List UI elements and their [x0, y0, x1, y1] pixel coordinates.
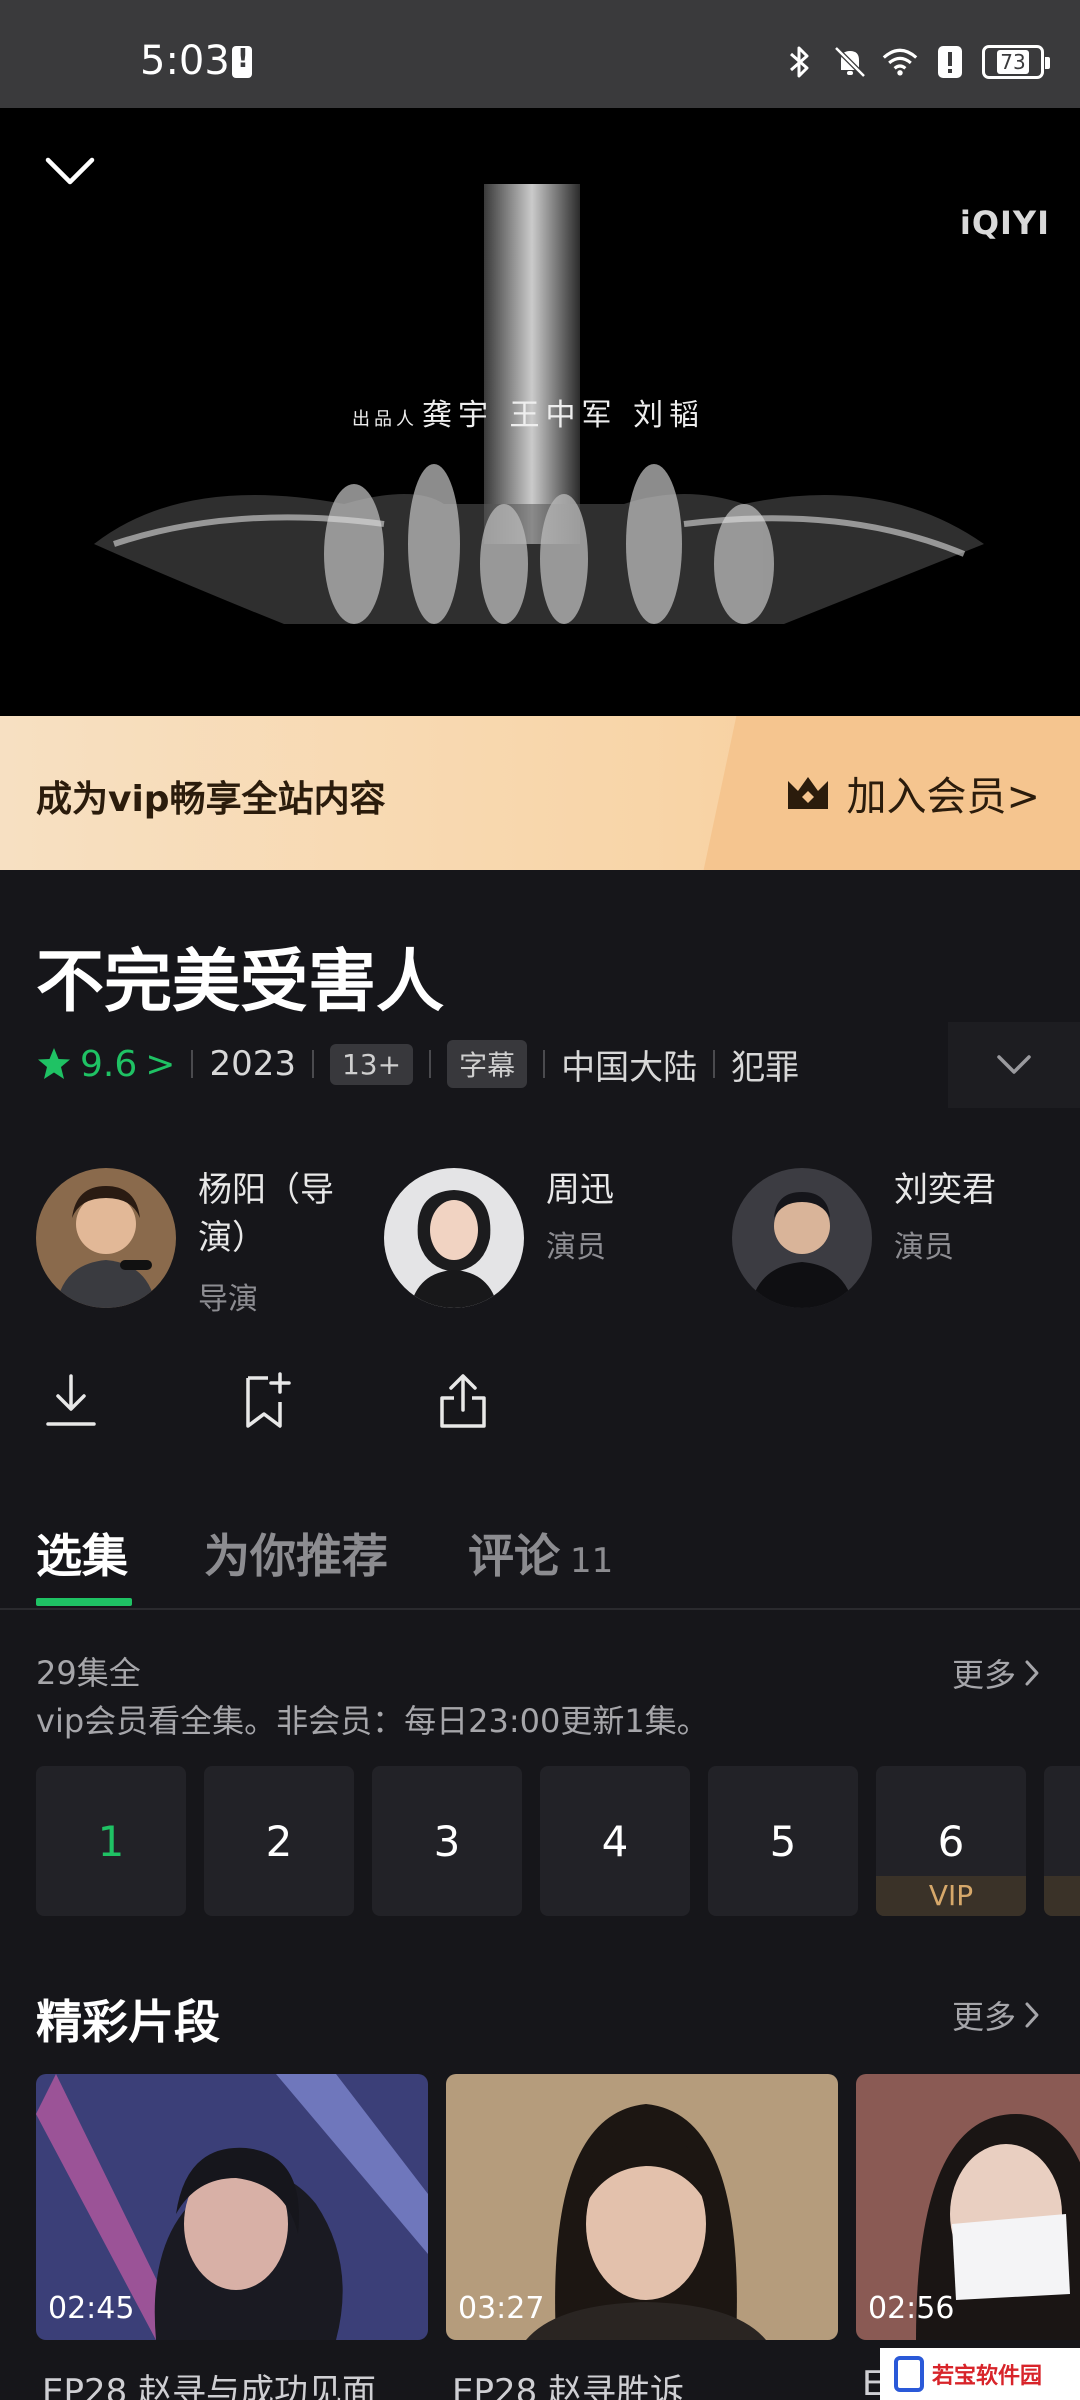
comment-count: 11	[570, 1541, 614, 1581]
vip-badge: VIP	[1044, 1876, 1080, 1916]
star-icon	[38, 1048, 70, 1079]
clip-title: EP28 赵寻与成功见面	[42, 2372, 377, 2400]
clip-card[interactable]: 03:27	[446, 2074, 838, 2340]
download-icon[interactable]	[44, 1370, 98, 1432]
episode-list: 1 2 3 4 5 6VIP 7VIP	[36, 1766, 1080, 1916]
tab-comments[interactable]: 评论 11	[468, 1520, 613, 1586]
cast-list: 杨阳（导演） 导演 周迅 演员 刘奕君 演员	[36, 1164, 1080, 1317]
watermark-text: 若宝软件园	[932, 2364, 1043, 2389]
episodes-more-link[interactable]: 更多	[952, 1650, 1040, 1696]
clip-duration: 02:45	[48, 2291, 135, 2326]
episode-button[interactable]: 3	[372, 1766, 522, 1916]
watermark-mark	[894, 2356, 924, 2392]
show-title: 不完美受害人	[36, 943, 445, 1022]
show-year: 2023	[209, 1044, 296, 1084]
content-tabs: 选集 为你推荐 评论 11	[0, 1506, 1080, 1610]
chevron-right-icon	[1025, 2002, 1039, 2028]
status-time: 5:03	[140, 38, 230, 84]
show-genre: 犯罪	[731, 1047, 800, 1088]
chevron-down-icon	[997, 1055, 1031, 1074]
mute-icon	[832, 44, 868, 80]
iqiyi-logo: iQIYI	[959, 204, 1050, 242]
cast-role: 演员	[546, 1230, 606, 1265]
age-rating-badge: 13+	[329, 1043, 414, 1085]
rating-link[interactable]: 9.6 >	[36, 1044, 175, 1085]
vip-badge: VIP	[876, 1876, 1026, 1916]
crown-icon	[788, 777, 829, 809]
meta-divider	[543, 1050, 546, 1078]
status-icons: 73	[782, 40, 1050, 84]
battery-level: 73	[997, 50, 1029, 74]
clip-card[interactable]: 02:56	[856, 2074, 1080, 2340]
chevron-right-icon	[1025, 1660, 1039, 1686]
clip-duration: 02:56	[868, 2291, 955, 2326]
clip-duration: 03:27	[458, 2291, 545, 2326]
status-bar: 5:03 73	[0, 0, 1080, 108]
avatar	[36, 1168, 176, 1308]
tab-recommended[interactable]: 为你推荐	[204, 1520, 388, 1586]
cast-member[interactable]: 刘奕君 演员	[732, 1164, 1072, 1312]
episode-button[interactable]: 7VIP	[1044, 1766, 1080, 1916]
subtitle-badge: 字幕	[447, 1040, 528, 1088]
active-tab-indicator	[36, 1598, 132, 1606]
episode-button[interactable]: 1	[36, 1766, 186, 1916]
episode-button[interactable]: 2	[204, 1766, 354, 1916]
avatar	[732, 1168, 872, 1308]
action-bar	[44, 1370, 490, 1432]
join-vip-label: 加入会员>	[846, 774, 1040, 820]
video-credits: 出品人 龚宇 王中军 刘韬	[352, 398, 706, 433]
cast-member[interactable]: 周迅 演员	[384, 1164, 724, 1312]
show-meta: 9.6 > 2023 13+ 字幕 中国大陆 犯罪	[36, 1036, 799, 1092]
show-region: 中国大陆	[561, 1047, 698, 1088]
cast-member[interactable]: 杨阳（导演） 导演	[36, 1164, 376, 1317]
rating-value: 9.6	[80, 1043, 138, 1085]
wifi-icon	[882, 44, 918, 80]
meta-divider	[191, 1050, 194, 1078]
vip-banner[interactable]: 成为vip畅享全站内容 加入会员>	[0, 716, 1080, 870]
clip-title: EP28 赵寻胜诉	[452, 2372, 685, 2400]
rating-arrow: >	[145, 1043, 176, 1085]
battery-icon: 73	[982, 45, 1050, 79]
video-player[interactable]: 出品人 龚宇 王中军 刘韬 iQIYI	[0, 108, 1080, 716]
cast-name: 杨阳（导演）	[198, 1170, 334, 1258]
alert-icon	[932, 44, 968, 80]
tab-episodes[interactable]: 选集	[36, 1520, 128, 1586]
share-icon[interactable]	[436, 1370, 490, 1432]
collapse-chevron-icon[interactable]	[44, 154, 96, 188]
avatar	[384, 1168, 524, 1308]
cast-role: 导演	[198, 1282, 258, 1317]
join-vip-button[interactable]: 加入会员>	[784, 764, 1040, 822]
cast-name: 周迅	[546, 1170, 614, 1210]
expand-details-button[interactable]	[948, 1022, 1080, 1108]
alert-icon	[232, 44, 252, 78]
bluetooth-icon	[782, 44, 818, 80]
clip-card[interactable]: 02:45	[36, 2074, 428, 2340]
highlights-more-link[interactable]: 更多	[952, 1992, 1040, 2038]
vip-promo-text: 成为vip畅享全站内容	[36, 779, 386, 820]
episode-total: 29集全	[36, 1654, 141, 1692]
cast-role: 演员	[894, 1230, 954, 1265]
episode-button[interactable]: 5	[708, 1766, 858, 1916]
bookmark-add-icon[interactable]	[240, 1370, 294, 1432]
meta-divider	[311, 1050, 314, 1078]
episode-button[interactable]: 6 VIP	[876, 1766, 1026, 1916]
meta-divider	[713, 1050, 716, 1078]
cast-name: 刘奕君	[894, 1170, 996, 1210]
watermark-logo: 若宝软件园	[880, 2348, 1080, 2400]
meta-divider	[429, 1050, 432, 1078]
episode-note: vip会员看全集。非会员：每日23:00更新1集。	[36, 1702, 709, 1740]
episode-button[interactable]: 4	[540, 1766, 690, 1916]
highlights-title: 精彩片段	[36, 1995, 220, 2049]
